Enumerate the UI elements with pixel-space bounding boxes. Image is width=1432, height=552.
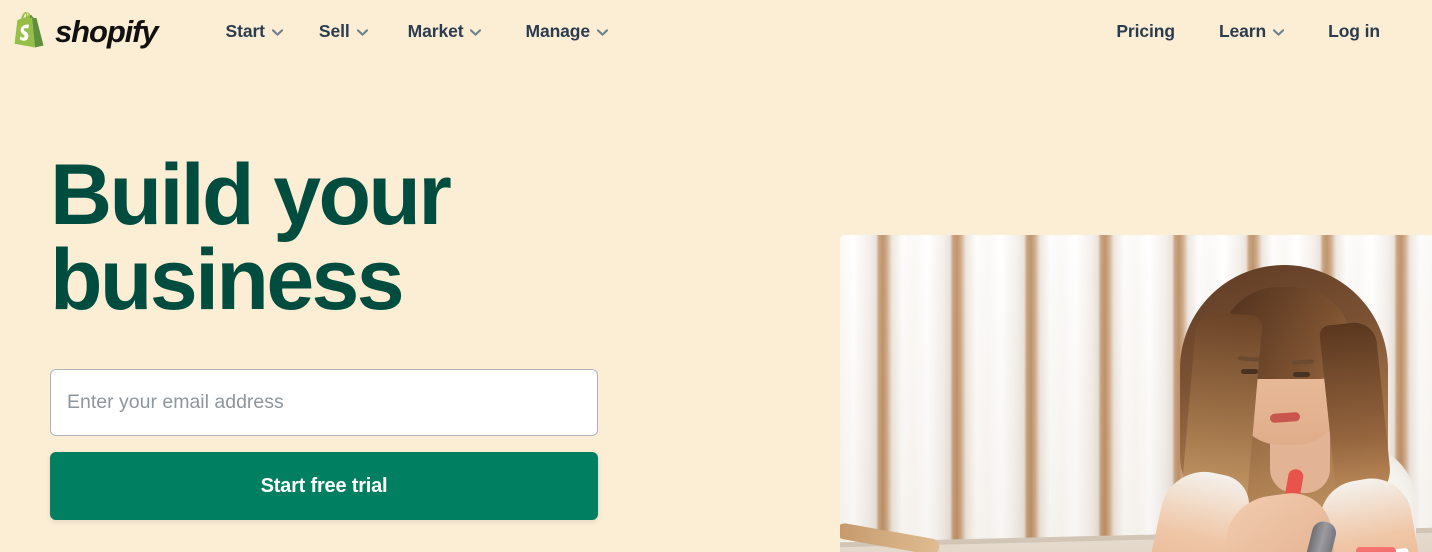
nav-item-label: Log in (1328, 20, 1380, 41)
secondary-nav: Pricing Learn Log in (1094, 12, 1402, 51)
nav-item-sell[interactable]: Sell (301, 12, 386, 51)
eye-right (1293, 372, 1310, 377)
nav-item-label: Learn (1218, 20, 1267, 41)
chevron-down-icon (1273, 28, 1285, 36)
hero-video-player[interactable] (840, 235, 1432, 552)
site-header: shopify Start Sell Market Manage Pricing… (0, 0, 1432, 62)
nav-item-label: Manage (525, 20, 591, 41)
start-free-trial-button[interactable]: Start free trial (50, 452, 598, 521)
shopify-bag-icon (14, 12, 44, 48)
nav-item-log-in[interactable]: Log in (1306, 12, 1402, 51)
nav-item-start[interactable]: Start (208, 12, 301, 51)
nav-item-learn[interactable]: Learn (1197, 12, 1306, 51)
primary-nav: Start Sell Market Manage (208, 12, 631, 51)
chevron-down-icon (597, 28, 609, 36)
person-crafting (1126, 253, 1431, 552)
hero-media (840, 62, 1432, 552)
page-title: Build your business (50, 147, 452, 329)
chevron-down-icon (356, 28, 368, 36)
nav-item-label: Pricing (1116, 20, 1175, 41)
hero-content: Build your business Start free trial (50, 62, 840, 521)
nav-item-market[interactable]: Market (386, 12, 504, 51)
shopify-logo-link[interactable]: shopify (12, 12, 159, 50)
email-input[interactable] (50, 369, 598, 437)
nav-item-label: Market (407, 20, 464, 41)
chevron-down-icon (271, 28, 283, 36)
pink-box (1356, 547, 1396, 552)
eye-left (1241, 369, 1258, 374)
nav-item-pricing[interactable]: Pricing (1094, 12, 1197, 51)
hero-section: Build your business Start free trial (0, 62, 1432, 552)
nav-item-manage[interactable]: Manage (503, 12, 630, 51)
nav-item-label: Sell (318, 20, 350, 41)
chevron-down-icon (470, 28, 482, 36)
brand-wordmark: shopify (55, 13, 159, 49)
nav-item-label: Start (225, 20, 265, 41)
